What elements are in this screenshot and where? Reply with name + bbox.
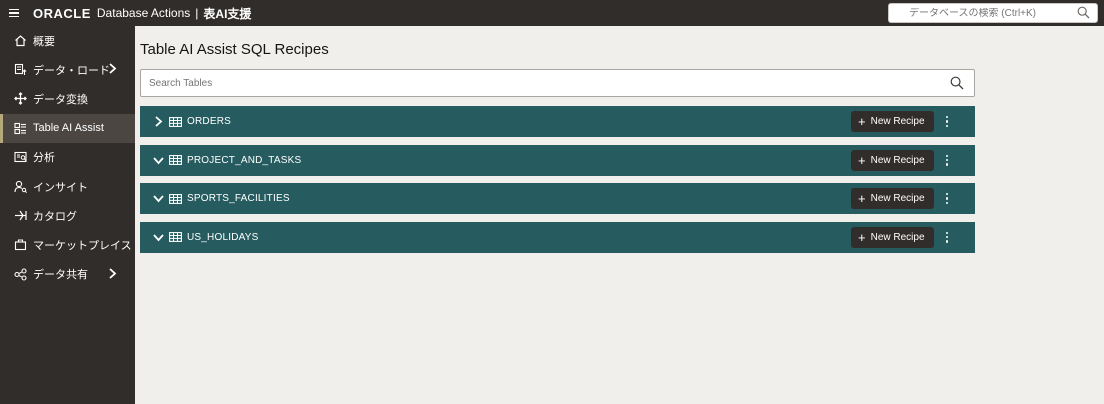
plus-icon: + [858, 114, 866, 129]
sidebar-item-1[interactable]: データ・ロード [0, 55, 135, 84]
table-icon [169, 193, 182, 204]
data-load-icon [13, 63, 27, 77]
sidebar-item-label: データ共有 [33, 269, 88, 282]
global-search-input[interactable] [889, 7, 1069, 19]
table-row: SPORTS_FACILITIES + New Recipe [140, 183, 975, 215]
chevron-down-icon[interactable] [151, 192, 165, 206]
catalog-icon [13, 209, 27, 223]
table-icon [169, 155, 182, 166]
chevron-down-icon[interactable] [151, 153, 165, 167]
more-options-icon[interactable] [940, 151, 954, 170]
app-name: Database Actions [96, 6, 191, 20]
sidebar-item-label: インサイト [33, 181, 88, 194]
table-list: ORDERS + New Recipe PROJECT_AND_TASKS + New R… [140, 106, 975, 260]
table-name: SPORTS_FACILITIES [187, 193, 290, 205]
new-recipe-label: New Recipe [870, 231, 925, 243]
home-icon [13, 34, 27, 48]
sidebar-item-label: 概要 [33, 35, 55, 48]
table-row: PROJECT_AND_TASKS + New Recipe [140, 144, 975, 176]
insight-icon [13, 180, 27, 194]
sidebar-item-label: マーケットプレイス [33, 239, 132, 252]
more-options-icon[interactable] [940, 112, 954, 131]
search-icon[interactable] [1077, 6, 1090, 24]
plus-icon: + [858, 152, 866, 168]
title-separator: | [195, 6, 199, 20]
plus-icon: + [858, 191, 866, 207]
sidebar-item-4[interactable]: 分析 [0, 143, 135, 172]
global-search[interactable] [888, 3, 1098, 23]
plus-icon: + [858, 229, 866, 245]
marketplace-icon [13, 238, 27, 252]
table-search[interactable] [140, 69, 975, 97]
sidebar-item-5[interactable]: インサイト [0, 172, 135, 201]
new-recipe-label: New Recipe [870, 154, 925, 166]
sidebar-item-3[interactable]: Table AI Assist [0, 113, 135, 143]
sidebar-item-7[interactable]: マーケットプレイス [0, 230, 135, 259]
chevron-down-icon[interactable] [151, 230, 165, 244]
table-icon [169, 232, 182, 243]
table-icon [169, 116, 182, 127]
new-recipe-button[interactable]: + New Recipe [851, 226, 934, 248]
new-recipe-button[interactable]: + New Recipe [851, 149, 934, 171]
new-recipe-label: New Recipe [870, 193, 925, 205]
search-icon[interactable] [950, 76, 964, 95]
hamburger-menu-icon[interactable] [1, 0, 27, 26]
table-name: PROJECT_AND_TASKS [187, 154, 302, 166]
main-content: Table AI Assist SQL Recipes ORDERS + New R… [135, 26, 1104, 404]
analysis-icon [13, 150, 27, 164]
sidebar-item-6[interactable]: カタログ [0, 201, 135, 230]
table-ai-icon [13, 121, 27, 135]
table-row: ORDERS + New Recipe [140, 106, 975, 137]
chevron-right-icon[interactable] [151, 115, 165, 129]
sidebar-item-label: Table AI Assist [33, 122, 104, 135]
table-name: US_HOLIDAYS [187, 231, 259, 243]
sidebar-item-8[interactable]: データ共有 [0, 260, 135, 289]
sidebar: 概要データ・ロード データ変換 Table AI Assist 分析インサイトカタログ… [0, 26, 135, 404]
table-row: US_HOLIDAYS + New Recipe [140, 221, 975, 253]
table-name: ORDERS [187, 116, 231, 127]
sidebar-item-label: 分析 [33, 152, 55, 165]
data-share-icon [13, 267, 27, 281]
sidebar-item-label: データ変換 [33, 93, 88, 106]
sidebar-item-label: データ・ロード [33, 64, 110, 77]
page-name: 表AI支援 [203, 6, 252, 21]
sidebar-item-2[interactable]: データ変換 [0, 84, 135, 113]
oracle-logo: ORACLE [33, 5, 91, 21]
more-options-icon[interactable] [940, 189, 954, 208]
transform-icon [13, 92, 27, 106]
more-options-icon[interactable] [940, 228, 954, 247]
chevron-right-icon[interactable] [108, 267, 117, 282]
sidebar-item-0[interactable]: 概要 [0, 26, 135, 55]
new-recipe-button[interactable]: + New Recipe [851, 188, 934, 210]
chevron-right-icon[interactable] [108, 63, 117, 77]
new-recipe-label: New Recipe [870, 116, 925, 127]
new-recipe-button[interactable]: + New Recipe [851, 111, 934, 132]
sidebar-item-label: カタログ [33, 210, 77, 223]
search-tables-input[interactable] [141, 77, 921, 89]
page-title: Table AI Assist SQL Recipes [140, 41, 329, 58]
top-bar: ORACLE Database Actions | 表AI支援 [0, 0, 1104, 26]
